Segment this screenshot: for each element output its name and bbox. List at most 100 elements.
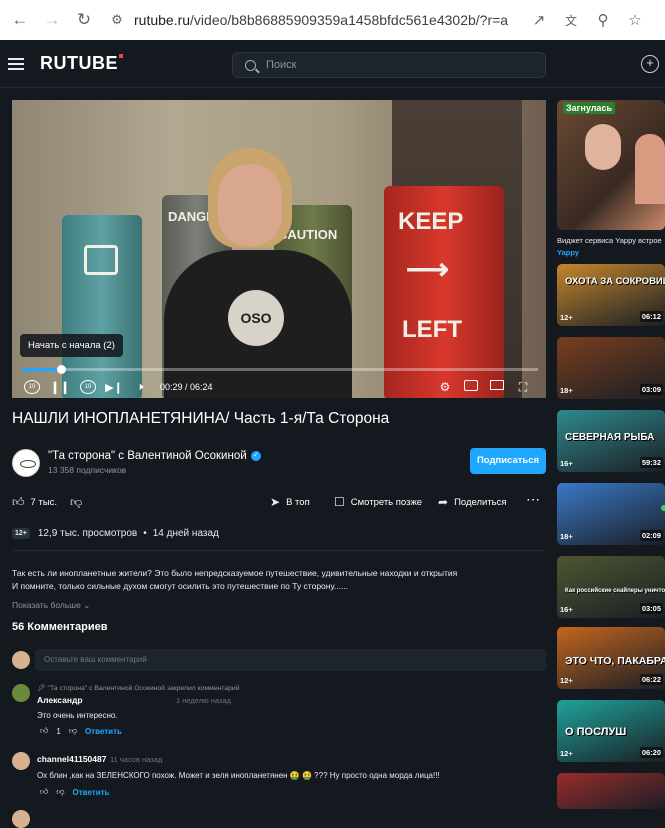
open-external-icon[interactable]: ↗ (526, 7, 552, 33)
sidebar-video-thumbnail[interactable] (557, 773, 665, 809)
video-player[interactable]: DANGER CAUTION KEEP ⟶ LEFT OSO Начать с … (12, 100, 546, 398)
sidebar-video-thumbnail[interactable]: 18+ 02:09 (557, 483, 665, 545)
comment-author[interactable]: channel41150487 (37, 754, 106, 764)
video-duration: 06:20 (639, 747, 663, 758)
url-host: rutube.ru (134, 12, 191, 28)
show-more-label: Показать больше (12, 600, 81, 610)
fullscreen-icon[interactable]: ⛶ (516, 380, 530, 394)
to-top-label: В топ (286, 496, 310, 508)
progress-bar[interactable] (22, 365, 538, 374)
video-duration: 02:09 (639, 530, 663, 541)
like-count: 7 тыс. (30, 497, 58, 508)
age-badge: 18+ (560, 532, 573, 541)
sidebar-video-thumbnail[interactable]: Как российские снайперы уничтожают ВСУшн… (557, 556, 665, 618)
subscribe-button[interactable]: Подписаться (470, 448, 546, 474)
comments-count: 56 Комментариев (12, 621, 108, 633)
video-duration: 59:32 (639, 457, 663, 468)
description-line: И помните, только сильные духом смогут о… (12, 580, 349, 591)
bookmark-icon: ☐ (334, 495, 345, 509)
zoom-icon[interactable]: ⚲ (590, 7, 616, 33)
comment-dislike-icon[interactable]: 👎︎ (56, 787, 64, 797)
video-duration: 06:12 (639, 311, 663, 322)
comment-like-icon[interactable]: 👍︎ (40, 726, 48, 736)
keep-text: KEEP (398, 208, 464, 235)
ad-source[interactable]: Yappy (557, 248, 579, 257)
current-user-avatar (12, 651, 30, 669)
sidebar-video-thumbnail[interactable]: 18+ 03:09 (557, 337, 665, 399)
warning-icon (84, 245, 118, 275)
mute-icon[interactable]: 🕨 (132, 380, 148, 394)
next-icon[interactable]: ▶❙ (105, 380, 123, 394)
video-description: Так есть ли инопланетные жители? Это был… (12, 567, 546, 592)
share-button[interactable]: ➦ Поделиться (438, 495, 507, 509)
share-icon: ➦ (438, 495, 449, 509)
comment-actions: 👍︎ 👎︎ Ответить (40, 787, 109, 797)
bookmark-star-icon[interactable]: ☆ (622, 7, 648, 33)
sidebar-video-thumbnail[interactable]: О ПОСЛУШ 12+ 06:20 (557, 700, 665, 762)
subscriber-count: 13 358 подписчиков (48, 465, 127, 475)
comment-actions: 👍︎ 1 👎︎ Ответить (40, 726, 122, 736)
pause-icon[interactable]: ❙❙ (50, 380, 70, 394)
sidebar-video-thumbnail[interactable]: СЕВЕРНАЯ РЫБА 16+ 59:32 (557, 410, 665, 472)
back-arrow-icon[interactable]: ← (8, 8, 32, 32)
verified-icon: ✓ (250, 450, 261, 461)
menu-icon[interactable] (8, 55, 24, 73)
restart-tooltip: Начать с начала (2) (20, 334, 123, 357)
watch-later-button[interactable]: ☐ Смотреть позже (334, 495, 422, 509)
ad-person (585, 124, 621, 170)
divider (12, 550, 546, 551)
comment-input[interactable]: Оставьте ваш комментарий (35, 649, 546, 671)
like-button[interactable]: 👍︎ 7 тыс. (12, 495, 57, 510)
sidebar-video-caption: Как российские снайперы уничтожают ВСУшн… (565, 588, 665, 594)
pip-icon[interactable] (464, 380, 478, 391)
rewind-10-icon[interactable]: 10 (24, 380, 40, 394)
sidebar-video-thumbnail[interactable]: ОХОТА ЗА СОКРОВИЩАМИ ПОД ВОДОЙ 12+ 06:12 (557, 264, 665, 326)
theater-mode-icon[interactable] (490, 380, 504, 390)
ad-title[interactable]: Виджет сервиса Yappy встрое (557, 236, 662, 245)
chevron-down-icon: ⌄ (83, 600, 91, 610)
search-input[interactable]: Поиск (232, 52, 546, 78)
upload-icon[interactable]: + (641, 55, 659, 73)
channel-avatar[interactable] (12, 449, 40, 477)
age-badge: 12+ (560, 749, 573, 758)
more-options-icon[interactable]: ⋯ (526, 491, 540, 508)
comment-dislike-icon[interactable]: 👎︎ (69, 726, 77, 736)
dislike-button[interactable]: 👎︎ (70, 495, 82, 510)
comment-like-icon[interactable]: 👍︎ (40, 787, 48, 797)
channel-name[interactable]: "Та сторона" с Валентиной Осокиной ✓ (48, 450, 261, 462)
comment-text: Это очень интересно. (37, 711, 118, 720)
age-badge: 16+ (560, 459, 573, 468)
comment-time: 11 часов назад (110, 755, 163, 764)
reply-button[interactable]: Ответить (73, 788, 110, 797)
separator-dot: • (143, 528, 147, 539)
translate-icon[interactable]: 文 (558, 7, 584, 33)
view-count: 12,9 тыс. просмотров (37, 528, 138, 539)
video-stats: 12+ 12,9 тыс. просмотров • 14 дней назад (12, 528, 219, 539)
time-display: 00:29 / 06:24 (160, 382, 213, 392)
online-indicator (661, 505, 665, 511)
thumbs-down-icon: 👎︎ (70, 495, 83, 509)
show-more-link[interactable]: Показать больше ⌄ (12, 600, 90, 611)
rutube-logo[interactable]: RUTUBE (40, 53, 123, 74)
address-bar[interactable]: rutube.ru/video/b8b86885909359a1458bfdc5… (134, 12, 520, 28)
ad-person (635, 134, 665, 204)
reply-button[interactable]: Ответить (85, 727, 122, 736)
reload-icon[interactable]: ↻ (72, 8, 96, 32)
publish-date: 14 дней назад (152, 528, 219, 539)
video-duration: 03:09 (639, 384, 663, 395)
settings-icon[interactable]: ⚙ (438, 380, 452, 394)
forward-arrow-icon[interactable]: → (40, 8, 64, 32)
comment-author[interactable]: Александр (37, 695, 83, 705)
forward-10-icon[interactable]: 10 (80, 380, 96, 394)
commenter-avatar[interactable] (12, 752, 30, 770)
commenter-avatar[interactable] (12, 810, 30, 828)
site-info-icon[interactable]: ⚙ (106, 9, 128, 31)
comment-text: Ох блин ,как на ЗЕЛЕНСКОГО похож. Может … (37, 771, 440, 780)
sidebar-video-caption: ОХОТА ЗА СОКРОВИЩАМИ ПОД ВОДОЙ (565, 276, 665, 287)
video-title: НАШЛИ ИНОПЛАНЕТЯНИНА/ Часть 1-я/Та Сторо… (12, 410, 390, 427)
ad-thumbnail[interactable]: Загнулась (557, 100, 665, 230)
progress-handle[interactable] (56, 365, 66, 374)
to-top-button[interactable]: ➤ В топ (270, 495, 310, 509)
commenter-avatar[interactable] (12, 684, 30, 702)
sidebar-video-thumbnail[interactable]: ЭТО ЧТО, ПАКАБРА? 12+ 06:22 (557, 627, 665, 689)
